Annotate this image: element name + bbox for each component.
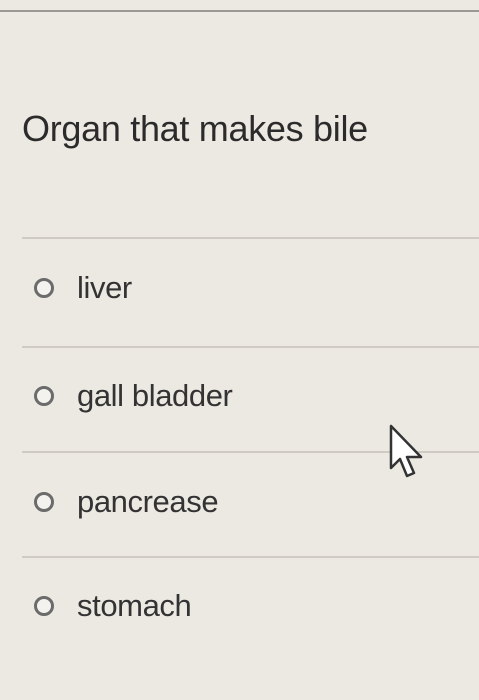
top-rule [0,10,479,12]
option-pancrease[interactable]: pancrease [34,482,219,522]
divider [22,237,479,239]
option-label: pancrease [77,484,219,519]
option-liver[interactable]: liver [34,268,132,308]
option-label: liver [77,270,132,305]
question-text: Organ that makes bile [22,108,368,149]
radio-button-icon[interactable] [34,492,54,512]
mouse-pointer-icon [389,424,423,478]
option-gall-bladder[interactable]: gall bladder [34,376,233,416]
divider [22,556,479,558]
radio-button-icon[interactable] [34,278,54,298]
option-label: stomach [77,588,192,623]
radio-button-icon[interactable] [34,596,54,616]
divider [22,346,479,348]
radio-button-icon[interactable] [34,386,54,406]
option-stomach[interactable]: stomach [34,586,192,626]
option-label: gall bladder [77,378,233,413]
